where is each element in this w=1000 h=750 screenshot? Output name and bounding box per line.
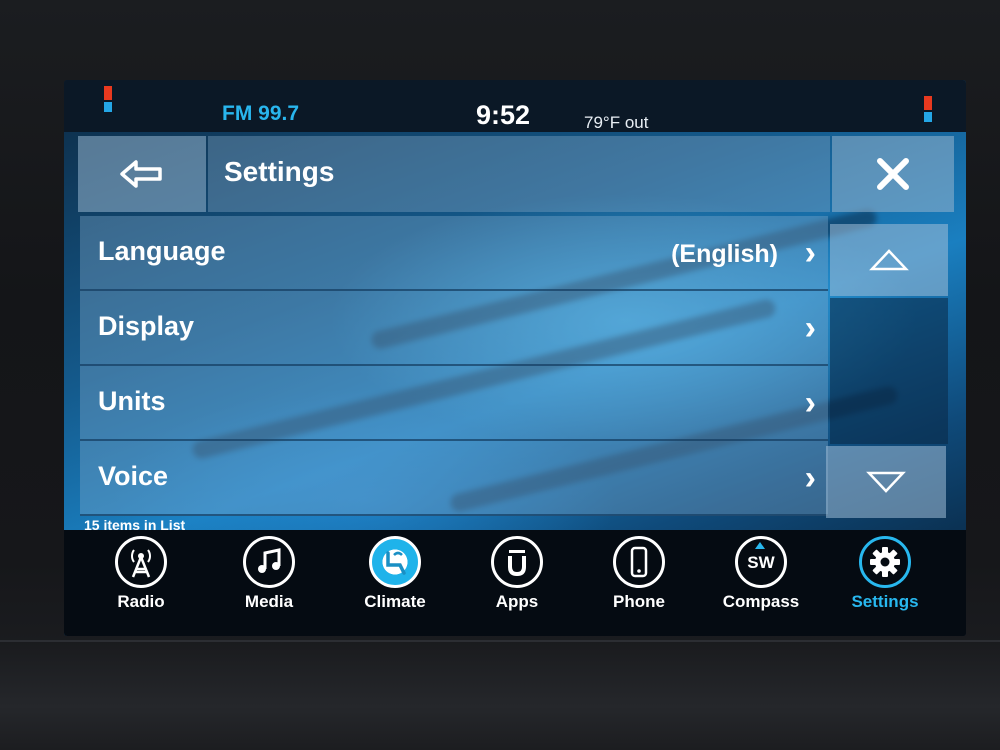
list-item-units[interactable]: Units › [80, 366, 828, 441]
apps-icon [491, 536, 543, 588]
list-item-label: Language [98, 236, 226, 266]
settings-list: Language (English) › Display › Units › V… [80, 216, 828, 516]
nav-label: Settings [851, 592, 919, 611]
list-item-label: Voice [98, 461, 169, 491]
nav-item-radio[interactable]: Radio [86, 536, 196, 628]
chevron-right-icon: › [804, 309, 816, 347]
scroll-track[interactable] [830, 298, 948, 444]
signal-indicator-left [104, 86, 112, 112]
bottom-nav: Radio Media Climate Apps Phone SW Compas… [64, 530, 966, 636]
list-item-label: Units [98, 386, 166, 416]
nav-label: Compass [722, 592, 800, 611]
title-bar: Settings [78, 136, 954, 212]
nav-label: Phone [613, 592, 665, 611]
nav-item-settings[interactable]: Settings [830, 536, 940, 628]
list-item-value: (English) [671, 240, 778, 268]
scroll-down-button[interactable] [826, 446, 946, 518]
compass-icon: SW [735, 536, 787, 588]
nav-label: Media [244, 592, 294, 611]
chevron-right-icon: › [804, 459, 816, 497]
radio-station[interactable]: FM 99.7 [222, 102, 299, 126]
radio-tower-icon [115, 536, 167, 588]
nav-label: Climate [364, 592, 426, 611]
page-title: Settings [224, 156, 335, 187]
list-item-language[interactable]: Language (English) › [80, 216, 828, 291]
compass-heading: SW [747, 541, 775, 571]
back-arrow-icon [120, 160, 162, 188]
bezel-lower-edge [0, 640, 1000, 750]
status-bar: FM 99.7 9:52 79°F out [64, 80, 966, 132]
list-item-label: Display [98, 311, 195, 341]
signal-indicator-right [924, 96, 932, 122]
nav-item-climate[interactable]: Climate [340, 536, 450, 628]
back-button[interactable] [78, 136, 206, 212]
triangle-down-icon [866, 471, 906, 493]
nav-label: Radio [117, 592, 165, 611]
title-area: Settings [208, 136, 830, 212]
nav-item-media[interactable]: Media [214, 536, 324, 628]
nav-item-apps[interactable]: Apps [462, 536, 572, 628]
clock: 9:52 [476, 100, 531, 130]
close-icon [877, 158, 909, 190]
list-item-voice[interactable]: Voice › [80, 441, 828, 516]
scroll-up-button[interactable] [830, 224, 948, 296]
phone-icon [613, 536, 665, 588]
climate-seat-icon [369, 536, 421, 588]
music-note-icon [243, 536, 295, 588]
gear-icon [859, 536, 911, 588]
outside-temperature: 79°F out [584, 113, 649, 132]
nav-item-compass[interactable]: SW Compass [706, 536, 816, 628]
chevron-right-icon: › [804, 384, 816, 422]
nav-label: Apps [495, 592, 539, 611]
nav-item-phone[interactable]: Phone [584, 536, 694, 628]
triangle-up-icon [869, 249, 909, 271]
close-button[interactable] [832, 136, 954, 212]
chevron-right-icon: › [804, 234, 816, 272]
list-item-display[interactable]: Display › [80, 291, 828, 366]
infotainment-screen: FM 99.7 9:52 79°F out Settings Language … [64, 80, 966, 636]
